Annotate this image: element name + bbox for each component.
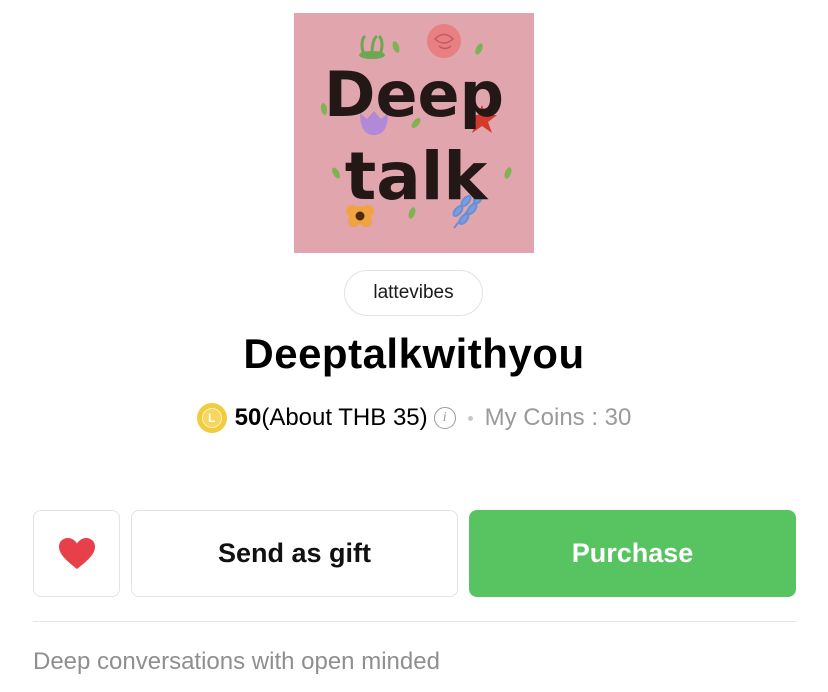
info-icon[interactable]: i — [433, 407, 456, 429]
coin-letter: L — [201, 408, 222, 428]
author-chip[interactable]: lattevibes — [344, 270, 483, 316]
product-detail-page: Deep talk lattevibes Deeptalkwithyou L 5… — [0, 0, 828, 692]
cover-art: Deep talk — [294, 13, 534, 253]
author-name: lattevibes — [373, 282, 454, 303]
favorite-button[interactable] — [33, 510, 120, 597]
price-row: L 50 (About THB 35) i My Coins : 30 — [0, 400, 828, 436]
gift-button-label: Send as gift — [217, 538, 372, 568]
separator-dot — [467, 415, 473, 421]
price-amount: 50 — [234, 404, 262, 431]
coin-icon: L — [196, 403, 227, 433]
cover-lettering-line2: talk — [345, 138, 490, 215]
send-as-gift-button[interactable]: Send as gift — [131, 510, 458, 597]
purchase-button[interactable]: Purchase — [469, 510, 796, 597]
heart-icon — [58, 537, 95, 569]
price-approx: (About THB 35) — [261, 404, 428, 431]
cover-image: Deep talk — [294, 13, 534, 253]
info-glyph: i — [442, 410, 447, 425]
product-title: Deeptalkwithyou — [243, 330, 585, 377]
my-coins-balance: My Coins : 30 — [484, 404, 632, 431]
product-description: Deep conversations with open minded — [33, 648, 440, 675]
purchase-button-label: Purchase — [571, 538, 694, 568]
divider — [33, 621, 796, 622]
rose-icon — [427, 24, 461, 58]
cover-lettering-line1: Deep — [324, 58, 504, 131]
